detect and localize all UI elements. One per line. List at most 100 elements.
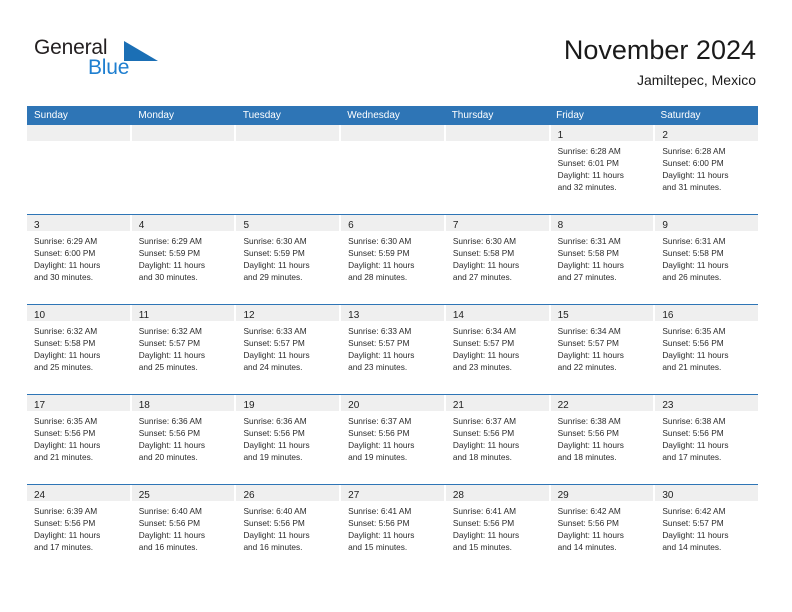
- day-number: 26: [243, 490, 255, 501]
- sunset-text: Sunset: 5:58 PM: [662, 248, 724, 259]
- calendar-page: General Blue November 2024 Jamiltepec, M…: [0, 0, 792, 612]
- sunrise-text: Sunrise: 6:41 AM: [348, 506, 412, 516]
- day-cell-30[interactable]: 30 Sunrise: 6:42 AM Sunset: 5:57 PM Dayligh…: [655, 485, 759, 573]
- daylight-text-line1: Daylight: 11 hours: [34, 260, 101, 271]
- day-cell-26[interactable]: 26 Sunrise: 6:40 AM Sunset: 5:56 PM Dayligh…: [236, 485, 340, 573]
- day-sun-info: Sunrise: 6:32 AM Sunset: 5:58 PM Daylight:…: [27, 321, 130, 373]
- day-cell-8[interactable]: 8 Sunrise: 6:31 AM Sunset: 5:58 PM Daylight…: [550, 215, 654, 303]
- page-subtitle: Jamiltepec, Mexico: [636, 72, 756, 88]
- sunset-text: Sunset: 5:57 PM: [452, 338, 515, 349]
- day-number: 14: [452, 310, 464, 321]
- sunrise-text: Sunrise: 6:32 AM: [138, 326, 202, 336]
- sunset-text: Sunset: 5:56 PM: [243, 518, 305, 529]
- sunrise-text: Sunrise: 6:30 AM: [348, 236, 412, 246]
- weekday-header-saturday: Saturday: [660, 110, 701, 121]
- sunrise-text: Sunrise: 6:31 AM: [557, 236, 621, 246]
- logo-text-blue: Blue: [88, 56, 130, 79]
- day-cell-17[interactable]: 17 Sunrise: 6:35 AM Sunset: 5:56 PM Dayligh…: [27, 395, 130, 483]
- day-cell-23[interactable]: 23 Sunrise: 6:38 AM Sunset: 5:56 PM Dayligh…: [655, 395, 759, 483]
- day-cell-9[interactable]: 9 Sunrise: 6:31 AM Sunset: 5:58 PM Daylight…: [655, 215, 759, 303]
- weekday-header-row: Sunday Monday Tuesday Wednesday Thursday Frid…: [27, 106, 758, 125]
- day-number-band: 18: [131, 395, 235, 411]
- day-cell-empty: [27, 125, 130, 213]
- day-cell-25[interactable]: 25 Sunrise: 6:40 AM Sunset: 5:56 PM Dayligh…: [131, 485, 235, 573]
- day-cell-5[interactable]: 5 Sunrise: 6:30 AM Sunset: 5:59 PM Daylight…: [236, 215, 340, 303]
- day-cell-19[interactable]: 19 Sunrise: 6:36 AM Sunset: 5:56 PM Dayligh…: [236, 395, 340, 483]
- sunset-text: Sunset: 5:57 PM: [662, 518, 724, 529]
- sunset-text: Sunset: 6:01 PM: [557, 158, 619, 169]
- day-sun-info: Sunrise: 6:41 AM Sunset: 5:56 PM Daylight:…: [341, 501, 444, 553]
- day-cell-2[interactable]: 2 Sunrise: 6:28 AM Sunset: 6:00 PM Daylight…: [655, 125, 759, 213]
- day-sun-info: Sunrise: 6:29 AM Sunset: 6:00 PM Daylight:…: [27, 231, 130, 283]
- day-number: 8: [557, 220, 564, 231]
- day-number-band: 27: [341, 485, 444, 501]
- calendar-weeks: 1 Sunrise: 6:28 AM Sunset: 6:01 PM Daylight…: [27, 125, 759, 573]
- day-cell-21[interactable]: 21 Sunrise: 6:37 AM Sunset: 5:56 PM Dayligh…: [445, 395, 549, 483]
- day-number: 6: [348, 220, 354, 231]
- day-number: 22: [557, 400, 569, 411]
- day-number-band: 24: [27, 485, 130, 501]
- general-blue-logo[interactable]: General Blue: [34, 36, 254, 86]
- sunrise-text: Sunrise: 6:38 AM: [557, 416, 621, 426]
- daylight-text-line1: Daylight: 11 hours: [348, 350, 415, 361]
- day-number: 24: [34, 490, 46, 501]
- daylight-text-line1: Daylight: 11 hours: [348, 440, 415, 451]
- day-cell-6[interactable]: 6 Sunrise: 6:30 AM Sunset: 5:59 PM Daylight…: [341, 215, 444, 303]
- day-sun-info: Sunrise: 6:37 AM Sunset: 5:56 PM Daylight:…: [341, 411, 444, 463]
- day-number: 16: [662, 310, 674, 321]
- daylight-text-line1: Daylight: 11 hours: [452, 530, 520, 541]
- daylight-text-line1: Daylight: 11 hours: [138, 260, 205, 271]
- daylight-text-line1: Daylight: 11 hours: [138, 350, 205, 361]
- day-cell-empty: [341, 125, 444, 213]
- title-block: November 2024 Jamiltepec, Mexico: [564, 34, 756, 90]
- weekday-header-friday: Friday: [556, 110, 584, 121]
- day-number-band: 26: [236, 485, 340, 501]
- day-cell-16[interactable]: 16 Sunrise: 6:35 AM Sunset: 5:56 PM Dayligh…: [655, 305, 759, 393]
- daylight-text-line1: Daylight: 11 hours: [557, 530, 624, 541]
- day-cell-24[interactable]: 24 Sunrise: 6:39 AM Sunset: 5:56 PM Dayligh…: [27, 485, 130, 573]
- day-sun-info: Sunrise: 6:30 AM Sunset: 5:59 PM Daylight:…: [341, 231, 444, 283]
- day-cell-13[interactable]: 13 Sunrise: 6:33 AM Sunset: 5:57 PM Dayligh…: [341, 305, 444, 393]
- day-sun-info: Sunrise: 6:35 AM Sunset: 5:56 PM Daylight:…: [655, 321, 758, 373]
- day-number: 1: [557, 130, 564, 141]
- day-cell-27[interactable]: 27 Sunrise: 6:41 AM Sunset: 5:56 PM Dayligh…: [341, 485, 444, 573]
- sunset-text: Sunset: 5:58 PM: [557, 248, 619, 259]
- day-number: 19: [243, 400, 255, 411]
- day-cell-14[interactable]: 14 Sunrise: 6:34 AM Sunset: 5:57 PM Dayligh…: [445, 305, 549, 393]
- sunrise-text: Sunrise: 6:32 AM: [34, 326, 98, 336]
- day-sun-info: Sunrise: 6:31 AM Sunset: 5:58 PM Daylight:…: [551, 231, 654, 283]
- day-sun-info: Sunrise: 6:39 AM Sunset: 5:56 PM Daylight:…: [27, 501, 130, 553]
- day-cell-7[interactable]: 7 Sunrise: 6:30 AM Sunset: 5:58 PM Daylight…: [445, 215, 549, 303]
- sunrise-text: Sunrise: 6:30 AM: [452, 236, 517, 246]
- daylight-text-line2: and 26 minutes.: [662, 272, 722, 283]
- day-number: 4: [138, 220, 145, 231]
- day-cell-11[interactable]: 11 Sunrise: 6:32 AM Sunset: 5:57 PM Dayligh…: [131, 305, 235, 393]
- day-cell-empty: [445, 125, 549, 213]
- daylight-text-line2: and 27 minutes.: [452, 272, 512, 283]
- day-cell-28[interactable]: 28 Sunrise: 6:41 AM Sunset: 5:56 PM Dayligh…: [445, 485, 549, 573]
- daylight-text-line2: and 27 minutes.: [557, 272, 617, 283]
- sunset-text: Sunset: 5:56 PM: [557, 428, 619, 439]
- day-sun-info: Sunrise: 6:30 AM Sunset: 5:58 PM Daylight:…: [446, 231, 549, 283]
- day-cell-3[interactable]: 3 Sunrise: 6:29 AM Sunset: 6:00 PM Daylight…: [27, 215, 130, 303]
- day-sun-info: Sunrise: 6:40 AM Sunset: 5:56 PM Daylight:…: [132, 501, 235, 553]
- day-cell-12[interactable]: 12 Sunrise: 6:33 AM Sunset: 5:57 PM Dayligh…: [236, 305, 340, 393]
- day-cell-4[interactable]: 4 Sunrise: 6:29 AM Sunset: 5:59 PM Daylight…: [131, 215, 235, 303]
- day-cell-18[interactable]: 18 Sunrise: 6:36 AM Sunset: 5:56 PM Dayligh…: [131, 395, 235, 483]
- daylight-text-line2: and 16 minutes.: [243, 542, 303, 553]
- daylight-text-line1: Daylight: 11 hours: [348, 530, 415, 541]
- day-number: 30: [662, 490, 674, 501]
- daylight-text-line1: Daylight: 11 hours: [452, 350, 520, 361]
- day-cell-10[interactable]: 10 Sunrise: 6:32 AM Sunset: 5:58 PM Dayligh…: [27, 305, 130, 393]
- sunrise-text: Sunrise: 6:38 AM: [662, 416, 726, 426]
- daylight-text-line1: Daylight: 11 hours: [662, 530, 729, 541]
- day-sun-info: Sunrise: 6:33 AM Sunset: 5:57 PM Daylight:…: [341, 321, 444, 373]
- day-cell-22[interactable]: 22 Sunrise: 6:38 AM Sunset: 5:56 PM Dayligh…: [550, 395, 654, 483]
- weekday-header-wednesday: Wednesday: [347, 110, 400, 121]
- day-cell-15[interactable]: 15 Sunrise: 6:34 AM Sunset: 5:57 PM Dayligh…: [550, 305, 654, 393]
- daylight-text-line1: Daylight: 11 hours: [557, 170, 624, 181]
- day-cell-29[interactable]: 29 Sunrise: 6:42 AM Sunset: 5:56 PM Dayligh…: [550, 485, 654, 573]
- day-cell-1[interactable]: 1 Sunrise: 6:28 AM Sunset: 6:01 PM Daylight…: [550, 125, 654, 213]
- day-cell-20[interactable]: 20 Sunrise: 6:37 AM Sunset: 5:56 PM Dayligh…: [341, 395, 444, 483]
- day-number-band: 4: [131, 215, 235, 231]
